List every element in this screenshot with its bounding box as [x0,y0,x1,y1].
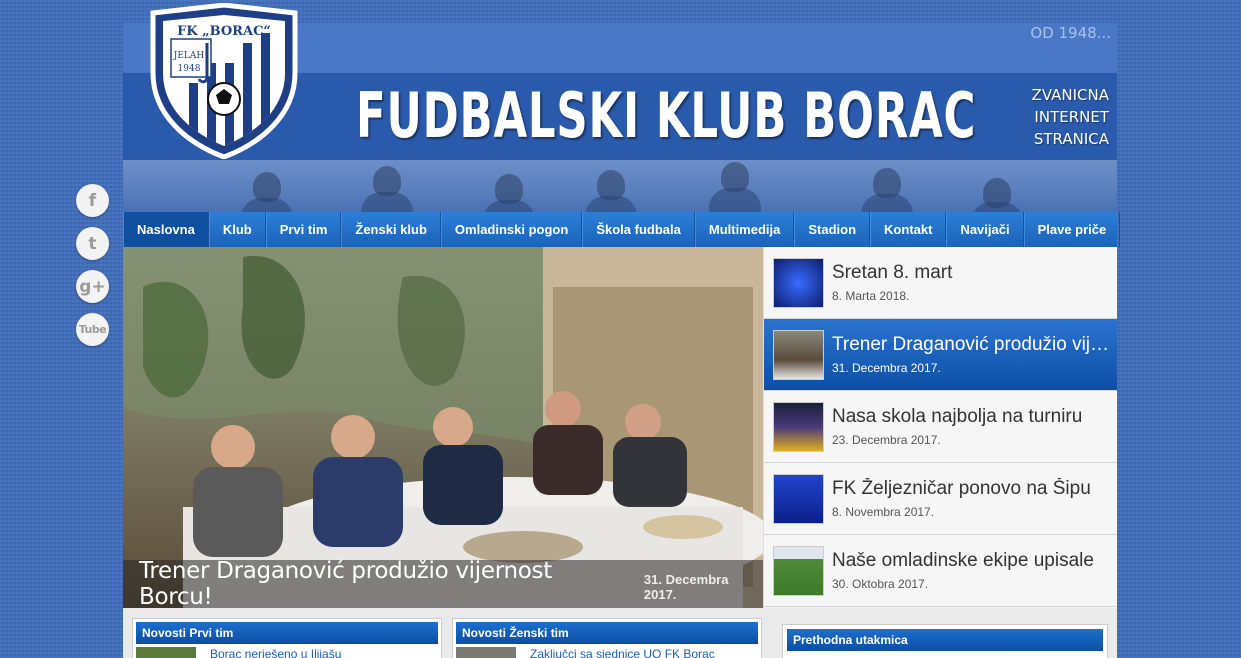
news-item[interactable]: FK Željezničar ponovo na Šipu 8. Novembr… [764,463,1117,535]
page-wrapper: OD 1948... FUDBALSKI KLUB BORAC ZVANICNA… [123,3,1121,658]
bottom-section: Novosti Prvi tim Borac nerješeno u Ilija… [123,608,1117,658]
first-team-news-thumbnail [136,647,196,658]
news-list: Sretan 8. mart 8. Marta 2018. Trener Dra… [763,247,1117,608]
news-date: 30. Oktobra 2017. [832,577,929,591]
nav-item-omladinski-pogon[interactable]: Omladinski pogon [440,212,583,247]
news-title[interactable]: Nasa skola najbolja na turniru [832,406,1108,428]
previous-match-heading: Prethodna utakmica [787,629,1103,651]
women-news-box: Novosti Ženski tim Zaključci sa sjednice… [452,618,762,658]
nav-item-navijaci[interactable]: Navijači [946,212,1024,247]
team-photo-strip [123,160,1117,212]
first-team-news-box: Novosti Prvi tim Borac nerješeno u Ilija… [132,618,442,658]
news-title[interactable]: Trener Draganović produžio vijernost Bor… [832,334,1108,356]
news-thumbnail [773,545,824,596]
twitter-glyph: t [88,233,97,254]
google-plus-glyph: g+ [79,276,106,297]
previous-match-box: Prethodna utakmica [782,624,1108,658]
nav-item-klub[interactable]: Klub [208,212,266,247]
logo-city: JELAH [173,51,205,61]
news-thumbnail [773,401,824,452]
news-date: 8. Novembra 2017. [832,505,935,519]
google-plus-icon[interactable]: g+ [76,270,109,303]
news-date: 8. Marta 2018. [832,289,910,303]
news-item[interactable]: Sretan 8. mart 8. Marta 2018. [764,247,1117,319]
logo-year: 1948 [178,64,201,74]
featured-slider[interactable]: Trener Draganović produžio vijernost Bor… [123,247,763,608]
site-tagline: ZVANICNA INTERNET STRANICA [1025,84,1109,150]
first-team-news-heading: Novosti Prvi tim [136,622,438,644]
news-item[interactable]: Trener Draganović produžio vijernost Bor… [764,319,1117,391]
nav-item-skola-fudbala[interactable]: Škola fudbala [582,212,695,247]
featured-content: Trener Draganović produžio vijernost Bor… [123,247,1117,608]
news-item[interactable]: Nasa skola najbolja na turniru 23. Decem… [764,391,1117,463]
women-news-heading: Novosti Ženski tim [456,622,758,644]
facebook-glyph: f [88,190,97,211]
youtube-glyph: Tube [78,323,107,336]
logo-club-name: FK „BORAC“ [177,24,271,39]
twitter-icon[interactable]: t [76,227,109,260]
slider-date: 31. Decembra 2017. [643,572,729,602]
featured-photo [123,247,763,608]
nav-item-zenski-klub[interactable]: Ženski klub [341,212,441,247]
tagline-line: INTERNET [1034,108,1109,126]
news-item[interactable]: Naše omladinske ekipe upisale 30. Oktobr… [764,535,1117,607]
nav-item-stadion[interactable]: Stadion [794,212,871,247]
nav-item-kontakt[interactable]: Kontakt [870,212,947,247]
news-title[interactable]: FK Željezničar ponovo na Šipu [832,478,1108,500]
news-thumbnail [773,257,824,308]
facebook-icon[interactable]: f [76,184,109,217]
since-text: OD 1948... [1030,24,1111,42]
main-nav: Naslovna Klub Prvi tim Ženski klub Omlad… [123,212,1121,247]
club-logo[interactable]: FK „BORAC“ JELAH 1948 [149,3,299,159]
nav-item-naslovna[interactable]: Naslovna [123,212,209,247]
news-thumbnail [773,329,824,380]
slider-caption[interactable]: Trener Draganović produžio vijernost Bor… [123,558,763,608]
women-news-link[interactable]: Zaključci sa sjednice UO FK Borac [530,647,715,658]
youtube-icon[interactable]: Tube [76,313,109,346]
news-date: 31. Decembra 2017. [832,361,941,375]
first-team-news-link[interactable]: Borac nerješeno u Ilijašu [210,647,341,658]
news-thumbnail [773,473,824,524]
tagline-line: ZVANICNA [1031,86,1109,104]
news-title[interactable]: Sretan 8. mart [832,262,1108,284]
news-date: 23. Decembra 2017. [832,433,941,447]
news-title[interactable]: Naše omladinske ekipe upisale [832,550,1108,572]
site-title: FUDBALSKI KLUB BORAC [356,79,977,152]
social-links: f t g+ Tube [76,184,109,346]
nav-item-prvi-tim[interactable]: Prvi tim [265,212,342,247]
slider-title[interactable]: Trener Draganović produžio vijernost Bor… [139,558,626,608]
women-news-thumbnail [456,647,516,658]
nav-item-plave-price[interactable]: Plave priče [1023,212,1121,247]
nav-item-multimedija[interactable]: Multimedija [694,212,795,247]
tagline-line: STRANICA [1033,130,1109,148]
